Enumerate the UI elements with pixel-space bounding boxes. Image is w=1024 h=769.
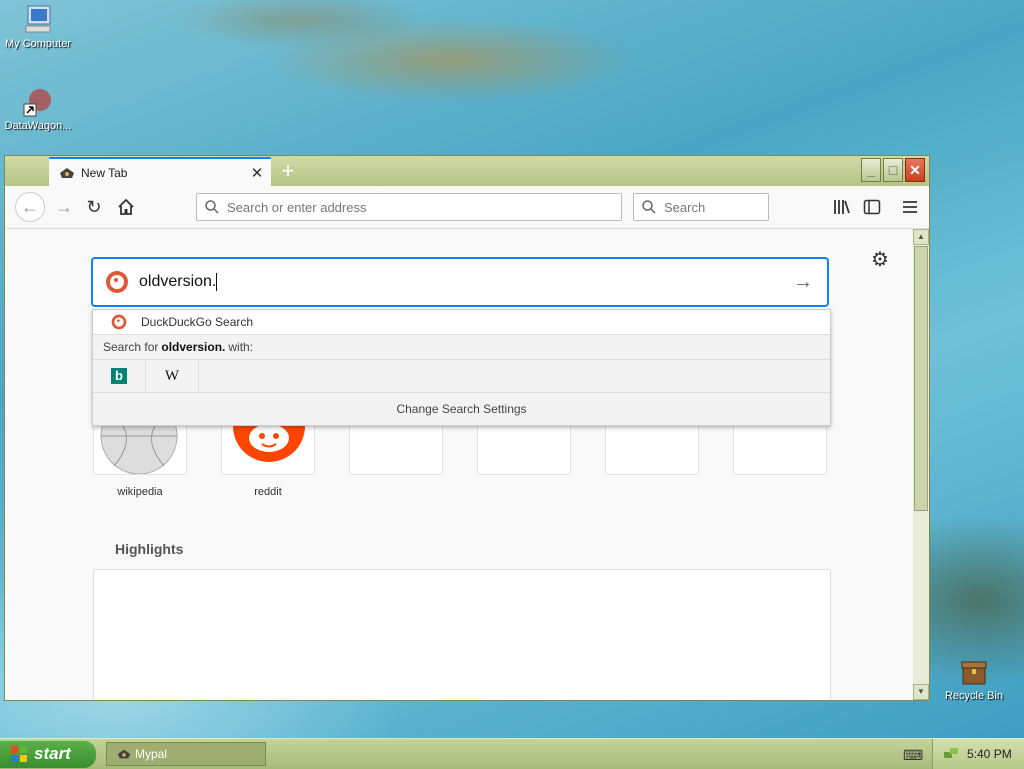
sidebar-icon — [863, 199, 881, 215]
search-icon — [205, 200, 219, 214]
menu-button[interactable] — [897, 194, 923, 220]
search-for-row: Search for oldversion. with: — [93, 335, 830, 360]
one-off-engines: b W — [93, 360, 830, 393]
tab-close-icon[interactable]: ✕ — [249, 164, 265, 182]
maximize-button[interactable]: □ — [883, 158, 903, 182]
engine-button-bing[interactable]: b — [93, 360, 146, 392]
mypal-icon — [60, 167, 74, 178]
change-search-settings-button[interactable]: Change Search Settings — [93, 393, 830, 425]
search-placeholder: Search — [664, 199, 706, 215]
home-button[interactable] — [113, 194, 139, 220]
taskbar-item-label: Mypal — [135, 747, 168, 761]
wikipedia-icon: W — [164, 367, 180, 384]
tab-new-tab[interactable]: New Tab ✕ — [49, 157, 271, 186]
start-label: start — [34, 744, 71, 763]
tab-title: New Tab — [81, 165, 128, 180]
search-icon — [642, 200, 656, 214]
duckduckgo-icon — [111, 314, 127, 330]
search-for-suffix: with: — [228, 340, 254, 354]
vertical-scrollbar[interactable]: ▲ ▼ — [913, 229, 929, 700]
start-button[interactable]: start — [0, 740, 96, 768]
keyboard-icon[interactable]: ⌨ — [903, 747, 923, 764]
desktop-icon-my-computer[interactable]: My Computer — [0, 4, 76, 50]
settings-gear-icon[interactable]: ⚙ — [871, 247, 889, 272]
close-window-button[interactable]: ✕ — [905, 158, 925, 182]
desktop-icon-datawagon[interactable]: DataWagon... — [0, 86, 76, 132]
desktop-icon-label: My Computer — [4, 38, 72, 50]
dropdown-engine-row[interactable]: DuckDuckGo Search — [93, 310, 830, 335]
library-icon — [834, 200, 850, 214]
new-tab-page: ⚙ oldversion. → wikipedia reddit Highlig… — [5, 229, 913, 700]
taskbar-item-mypal[interactable]: Mypal — [106, 742, 266, 766]
top-site-label: reddit — [254, 486, 282, 498]
address-bar[interactable]: Search or enter address — [196, 193, 622, 221]
search-suggestions-dropdown: DuckDuckGo Search Search for oldversion.… — [92, 309, 831, 426]
datawagon-icon — [22, 86, 54, 118]
search-bar[interactable]: Search — [633, 193, 769, 221]
desktop-icon-label: Recycle Bin — [944, 690, 1004, 702]
nav-toolbar: ← → ↻ Search or enter address Search — [5, 186, 929, 229]
minimize-button[interactable]: _ — [861, 158, 881, 182]
title-bar: New Tab ✕ + _ □ ✕ — [5, 156, 929, 186]
windows-flag-icon — [11, 746, 27, 762]
reload-button[interactable]: ↻ — [81, 194, 107, 220]
browser-window: New Tab ✕ + _ □ ✕ ← → ↻ Search or enter … — [4, 155, 930, 701]
highlights-section — [93, 569, 831, 700]
scroll-down-arrow-icon[interactable]: ▼ — [913, 684, 929, 700]
highlights-heading: Highlights — [115, 541, 184, 557]
bing-icon: b — [111, 368, 127, 384]
new-tab-button[interactable]: + — [275, 159, 301, 183]
search-for-term: oldversion. — [161, 340, 226, 354]
scroll-thumb[interactable] — [914, 246, 928, 511]
computer-icon — [22, 4, 54, 36]
duckduckgo-icon — [106, 271, 128, 293]
newtab-search-input[interactable]: oldversion. → — [91, 257, 829, 307]
forward-button[interactable]: → — [51, 194, 77, 220]
home-icon — [118, 198, 134, 215]
text-caret — [216, 272, 218, 291]
system-tray: 5:40 PM — [932, 739, 1024, 769]
desktop-icon-recycle-bin[interactable]: Recycle Bin — [936, 656, 1012, 702]
taskbar: start Mypal ⌨ 5:40 PM — [0, 738, 1024, 769]
go-arrow-icon[interactable]: → — [793, 271, 813, 294]
top-site-label: wikipedia — [117, 486, 163, 498]
clock[interactable]: 5:40 PM — [967, 747, 1012, 761]
engine-button-wikipedia[interactable]: W — [146, 360, 199, 392]
library-button[interactable] — [829, 194, 855, 220]
search-for-prefix: Search for — [103, 340, 159, 354]
recycle-bin-icon — [958, 656, 990, 688]
mypal-icon — [117, 749, 131, 759]
engine-label: DuckDuckGo Search — [141, 315, 254, 329]
back-button[interactable]: ← — [15, 192, 45, 222]
hamburger-icon — [903, 201, 917, 213]
network-icon[interactable] — [943, 746, 959, 762]
scroll-up-arrow-icon[interactable]: ▲ — [913, 229, 929, 245]
desktop-icon-label: DataWagon... — [4, 120, 72, 132]
sidebar-button[interactable] — [859, 194, 885, 220]
address-placeholder: Search or enter address — [227, 199, 367, 215]
search-query: oldversion. — [139, 273, 217, 291]
